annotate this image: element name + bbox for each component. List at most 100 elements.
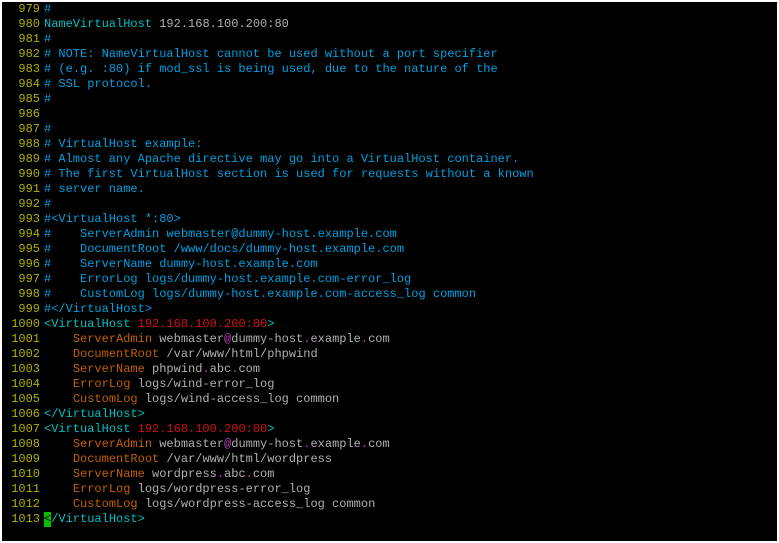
comment: #: [44, 32, 51, 46]
code-line: 1012 CustomLog logs/wordpress-access_log…: [2, 497, 777, 512]
keyword: ServerAdmin: [73, 332, 152, 346]
comment: # Almost any Apache directive may go int…: [44, 152, 519, 166]
line-number: 1008: [2, 437, 44, 452]
line-number: 979: [2, 2, 44, 17]
line-code: NameVirtualHost 192.168.100.200:80: [44, 17, 289, 32]
keyword: DocumentRoot: [73, 347, 159, 361]
line-number: 1013: [2, 512, 44, 527]
line-code: # DocumentRoot /www/docs/dummy-host.exam…: [44, 242, 404, 257]
line-code: # CustomLog logs/dummy-host.example.com-…: [44, 287, 476, 302]
code-line: 995# DocumentRoot /www/docs/dummy-host.e…: [2, 242, 777, 257]
comment: # ServerAdmin webmaster@dummy-host.examp…: [44, 227, 397, 241]
comment: #<VirtualHost *:80>: [44, 212, 181, 226]
punct: .: [217, 467, 224, 481]
indent: [44, 482, 73, 496]
indent: [44, 497, 73, 511]
keyword: ServerAdmin: [73, 437, 152, 451]
keyword: CustomLog: [73, 497, 138, 511]
code-line: 989# Almost any Apache directive may go …: [2, 152, 777, 167]
line-code: #: [44, 2, 51, 17]
code-line: 991# server name.: [2, 182, 777, 197]
keyword: ServerName: [73, 467, 145, 481]
line-number: 980: [2, 17, 44, 32]
indent: [44, 392, 73, 406]
code-line: 981#: [2, 32, 777, 47]
indent: [44, 362, 73, 376]
comment: #: [44, 197, 51, 211]
angle-bracket: </: [44, 407, 58, 421]
tag-name: VirtualHost: [58, 407, 137, 421]
line-number: 990: [2, 167, 44, 182]
code-line: 986: [2, 107, 777, 122]
line-code: CustomLog logs/wordpress-access_log comm…: [44, 497, 375, 512]
comment: #: [44, 2, 51, 16]
line-code: DocumentRoot /var/www/html/wordpress: [44, 452, 332, 467]
terminal[interactable]: 979#980NameVirtualHost 192.168.100.200:8…: [2, 2, 777, 541]
text-token: example: [310, 437, 360, 451]
line-code: # The first VirtualHost section is used …: [44, 167, 534, 182]
comment: #: [44, 122, 51, 136]
code-line: 990# The first VirtualHost section is us…: [2, 167, 777, 182]
code-line: 1010 ServerName wordpress.abc.com: [2, 467, 777, 482]
code-line: 996# ServerName dummy-host.example.com: [2, 257, 777, 272]
path: logs/wordpress-error_log: [130, 482, 310, 496]
tag-name: VirtualHost: [51, 317, 130, 331]
path: logs/wind-error_log: [130, 377, 274, 391]
line-code: # ServerName dummy-host.example.com: [44, 257, 318, 272]
text-token: webmaster: [159, 332, 224, 346]
space: [145, 467, 152, 481]
keyword: ServerName: [73, 362, 145, 376]
line-number: 981: [2, 32, 44, 47]
text-token: webmaster: [159, 437, 224, 451]
space: [145, 362, 152, 376]
indent: [44, 452, 73, 466]
code-line: 1006</VirtualHost>: [2, 407, 777, 422]
ip: 192.168.100.200:80: [138, 317, 268, 331]
line-code: ServerAdmin webmaster@dummy-host.example…: [44, 332, 390, 347]
code-line: 979#: [2, 2, 777, 17]
text-token: example: [310, 332, 360, 346]
line-code: #: [44, 122, 51, 137]
line-code: # SSL protocol.: [44, 77, 152, 92]
code-line: 992#: [2, 197, 777, 212]
line-number: 985: [2, 92, 44, 107]
line-number: 987: [2, 122, 44, 137]
line-number: 994: [2, 227, 44, 242]
text-token: com: [368, 437, 390, 451]
line-code: #</VirtualHost>: [44, 302, 152, 317]
code-line: 983# (e.g. :80) if mod_ssl is being used…: [2, 62, 777, 77]
line-code: DocumentRoot /var/www/html/phpwind: [44, 347, 318, 362]
code-line: 987#: [2, 122, 777, 137]
line-code: CustomLog logs/wind-access_log common: [44, 392, 339, 407]
comment: # server name.: [44, 182, 145, 196]
code-line: 1002 DocumentRoot /var/www/html/phpwind: [2, 347, 777, 362]
line-code: # ServerAdmin webmaster@dummy-host.examp…: [44, 227, 397, 242]
line-number: 1005: [2, 392, 44, 407]
line-number: 996: [2, 257, 44, 272]
line-code: ServerAdmin webmaster@dummy-host.example…: [44, 437, 390, 452]
line-number: 993: [2, 212, 44, 227]
angle-bracket: >: [138, 512, 145, 526]
code-line: 1005 CustomLog logs/wind-access_log comm…: [2, 392, 777, 407]
keyword: ErrorLog: [73, 377, 131, 391]
line-number: 1002: [2, 347, 44, 362]
tag-name: VirtualHost: [51, 422, 130, 436]
indent: [44, 332, 73, 346]
comment: #</VirtualHost>: [44, 302, 152, 316]
code-line: 1004 ErrorLog logs/wind-error_log: [2, 377, 777, 392]
line-number: 1012: [2, 497, 44, 512]
text-token: phpwind: [152, 362, 202, 376]
path: /var/www/html/phpwind: [159, 347, 317, 361]
line-number: 1009: [2, 452, 44, 467]
line-number: 1004: [2, 377, 44, 392]
punct: .: [246, 467, 253, 481]
angle-bracket: >: [267, 422, 274, 436]
line-number: 983: [2, 62, 44, 77]
punct: .: [361, 332, 368, 346]
line-number: 986: [2, 107, 44, 122]
comment: # The first VirtualHost section is used …: [44, 167, 534, 181]
code-line: 1009 DocumentRoot /var/www/html/wordpres…: [2, 452, 777, 467]
text-token: com: [253, 467, 275, 481]
code-line: 984# SSL protocol.: [2, 77, 777, 92]
code-line: 1011 ErrorLog logs/wordpress-error_log: [2, 482, 777, 497]
